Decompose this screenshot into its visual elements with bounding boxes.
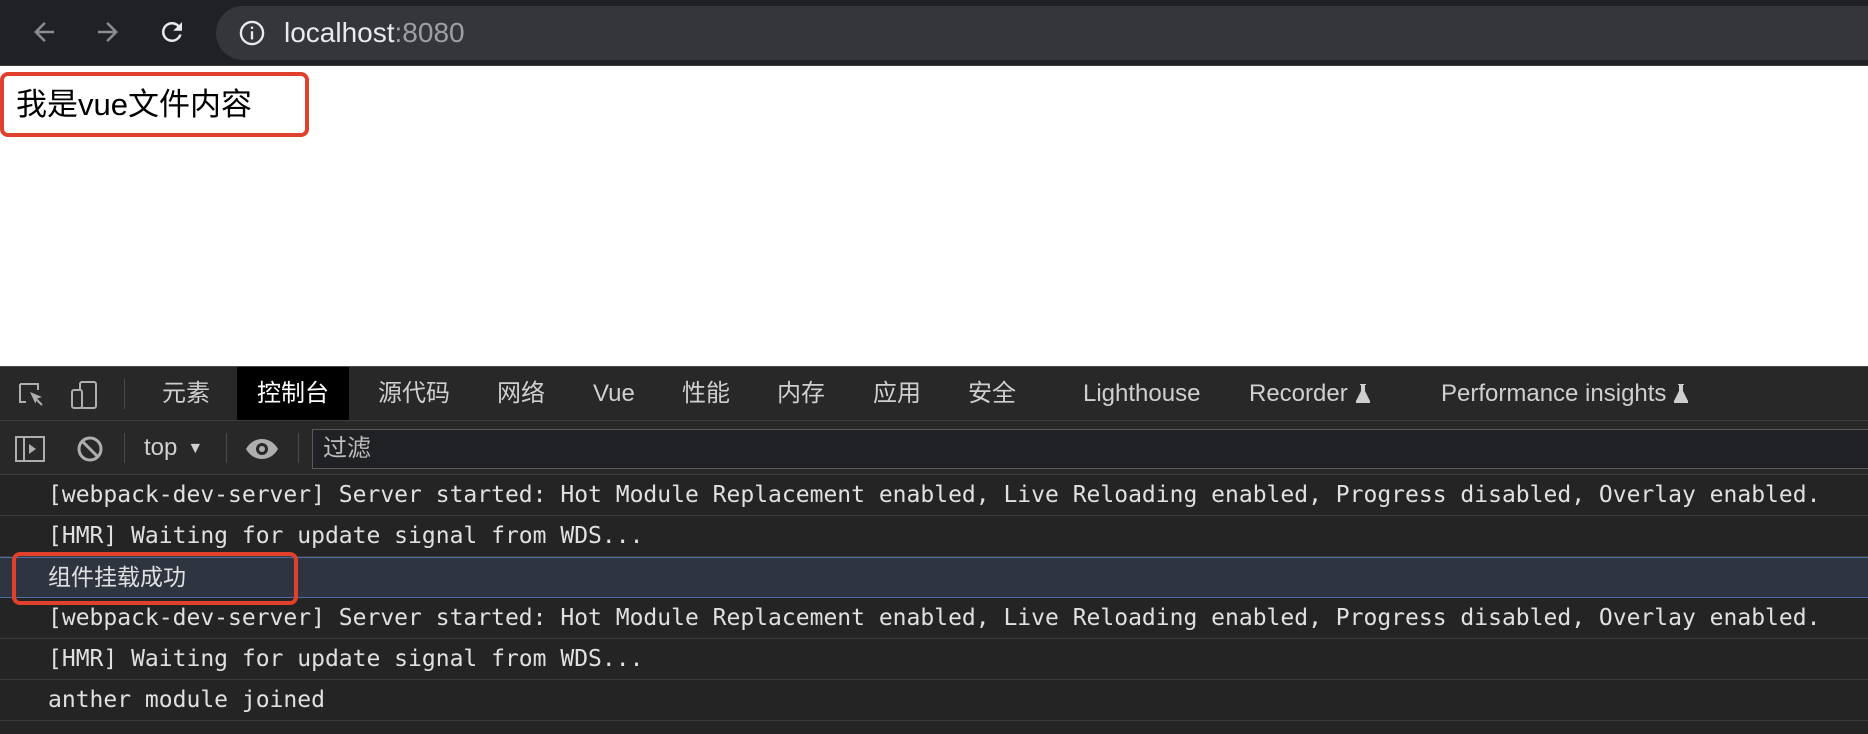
tab-lighthouse[interactable]: Lighthouse (1063, 367, 1220, 420)
filter-divider (226, 433, 227, 463)
tab-vue[interactable]: Vue (573, 367, 655, 420)
console-highlight-box (12, 552, 298, 605)
experimental-flask-icon (1674, 384, 1689, 403)
tab-security[interactable]: 安全 (948, 367, 1036, 420)
page-viewport: 我是vue文件内容 (0, 66, 1868, 366)
tab-elements[interactable]: 元素 (142, 367, 230, 420)
tab-memory[interactable]: 内存 (757, 367, 845, 420)
experimental-flask-icon (1355, 384, 1370, 403)
console-filter-bar: top ▼ (0, 421, 1868, 475)
context-value: top (144, 434, 178, 461)
tab-sources[interactable]: 源代码 (358, 367, 470, 420)
reload-icon (161, 21, 182, 42)
tab-application[interactable]: 应用 (853, 367, 941, 420)
live-expression-eye-icon[interactable] (244, 434, 280, 464)
console-message[interactable]: [HMR] Waiting for update signal from WDS… (0, 516, 1868, 557)
toolbar-divider (124, 379, 125, 409)
url-host: localhost (284, 17, 395, 48)
context-selector[interactable]: top ▼ (144, 433, 203, 464)
back-button[interactable] (24, 12, 64, 52)
back-arrow-icon (34, 22, 54, 42)
tab-console[interactable]: 控制台 (237, 367, 349, 420)
address-bar[interactable]: localhost:8080 (216, 6, 1868, 60)
url-text[interactable]: localhost:8080 (284, 18, 465, 48)
console-message[interactable]: [webpack-dev-server] Server started: Hot… (0, 475, 1868, 516)
console-message-partial (0, 721, 1868, 734)
console-message[interactable]: [HMR] Waiting for update signal from WDS… (0, 639, 1868, 680)
show-sidebar-icon[interactable] (14, 434, 46, 464)
tab-performance[interactable]: 性能 (662, 367, 750, 420)
inspect-element-icon[interactable] (16, 380, 48, 410)
tab-recorder[interactable]: Recorder (1229, 367, 1390, 420)
filter-divider (298, 433, 299, 463)
clear-console-icon[interactable] (74, 434, 106, 464)
forward-arrow-icon (98, 22, 118, 42)
tab-performance-insights[interactable]: Performance insights (1421, 367, 1708, 420)
filter-divider (124, 433, 125, 463)
devtools-panel: 元素 控制台 源代码 网络 Vue 性能 内存 应用 安全 Lighthouse… (0, 366, 1868, 734)
devtools-tab-bar: 元素 控制台 源代码 网络 Vue 性能 内存 应用 安全 Lighthouse… (0, 367, 1868, 421)
dropdown-caret-icon: ▼ (187, 440, 204, 457)
console-filter-input[interactable] (312, 429, 1868, 469)
info-icon[interactable] (238, 19, 266, 47)
filter-field[interactable] (313, 430, 1868, 468)
tab-recorder-label: Recorder (1249, 380, 1348, 407)
reload-button[interactable] (152, 12, 192, 52)
device-toolbar-icon[interactable] (68, 380, 100, 410)
page-highlight-box (0, 72, 309, 137)
url-port: :8080 (394, 17, 465, 48)
console-message[interactable]: anther module joined (0, 680, 1868, 721)
tab-performance-insights-label: Performance insights (1441, 380, 1667, 407)
forward-button[interactable] (88, 12, 128, 52)
browser-toolbar: localhost:8080 (0, 0, 1868, 66)
tab-network[interactable]: 网络 (477, 367, 565, 420)
